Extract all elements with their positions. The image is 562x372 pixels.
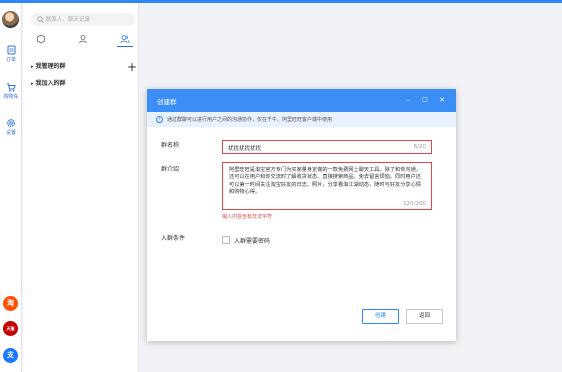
dialog-title: 创建群 bbox=[157, 98, 177, 106]
group-category-label: 我管理的群 bbox=[35, 63, 66, 70]
group-category-joined[interactable]: ▸ 我加入的群 bbox=[31, 78, 135, 90]
info-text: 通过群聊可以进行用户之间的沟通协作，仅在千牛、阿里旺旺客户端中使用 bbox=[167, 117, 333, 123]
join-condition-label: 入群条件 bbox=[161, 235, 186, 242]
group-name-value: 扰扰扰扰扰扰 bbox=[228, 146, 262, 152]
info-icon: i bbox=[156, 116, 163, 123]
back-button[interactable]: 返回 bbox=[406, 309, 443, 324]
rail-item-label: 购物车 bbox=[3, 94, 19, 100]
group-intro-field[interactable]: 阿里旺旺是淘宝官方专门为买家量身定做的一款免费网上聊天工具。除了和你沟通，还可以… bbox=[222, 162, 432, 210]
avatar[interactable] bbox=[2, 11, 19, 28]
panel-tabs bbox=[31, 33, 135, 49]
search-icon bbox=[37, 16, 44, 23]
group-intro-value: 阿里旺旺是淘宝官方专门为买家量身定做的一款免费网上聊天工具。除了和你沟通，还可以… bbox=[229, 167, 421, 195]
tab-groups[interactable] bbox=[117, 33, 133, 47]
close-icon[interactable]: ✕ bbox=[437, 94, 447, 106]
add-group-icon[interactable]: + bbox=[127, 61, 137, 73]
group-name-field[interactable]: 扰扰扰扰扰扰 6/20 bbox=[222, 140, 432, 154]
dialog-header: 创建群 – □ ✕ bbox=[147, 89, 456, 112]
contacts-panel: ▸我管理的群 + ▸我加入的群 bbox=[23, 3, 139, 372]
caret-right-icon: ▸ bbox=[31, 64, 34, 70]
maximize-icon[interactable]: □ bbox=[420, 94, 430, 106]
rail-item-settings[interactable]: 设置 bbox=[0, 118, 22, 136]
recent-chats-icon bbox=[37, 34, 45, 44]
rail-item-cart[interactable]: 购物车 bbox=[0, 82, 22, 100]
password-required-checkbox[interactable] bbox=[222, 236, 230, 244]
minimize-icon[interactable]: – bbox=[403, 94, 413, 106]
caret-right-icon: ▸ bbox=[31, 81, 34, 87]
gear-icon bbox=[7, 119, 15, 127]
contacts-icon bbox=[79, 35, 87, 44]
left-rail: 订单 购物车 设置 淘 天猫 支 bbox=[0, 3, 22, 372]
rail-item-orders[interactable]: 订单 bbox=[0, 45, 22, 63]
password-required-label[interactable]: 入群需要密码 bbox=[234, 236, 270, 245]
rail-item-label: 设置 bbox=[5, 130, 16, 136]
info-banner: i 通过群聊可以进行用户之间的沟通协作，仅在千牛、阿里旺旺客户端中使用 bbox=[147, 112, 456, 127]
group-category-managed[interactable]: ▸ 我管理的群 bbox=[31, 61, 135, 73]
taobao-icon[interactable]: 淘 bbox=[3, 296, 18, 311]
group-name-count: 6/20 bbox=[413, 144, 426, 150]
create-group-dialog: 创建群 – □ ✕ i 通过群聊可以进行用户之间的沟通协作，仅在千牛、阿里旺旺客… bbox=[147, 89, 456, 341]
cart-icon bbox=[7, 83, 16, 92]
group-intro-label: 群介绍 bbox=[161, 166, 180, 173]
search-input[interactable] bbox=[46, 14, 130, 25]
tab-contacts[interactable] bbox=[75, 33, 91, 47]
rail-item-label: 订单 bbox=[5, 57, 16, 63]
group-intro-count: 120/200 bbox=[403, 201, 426, 207]
tab-recent[interactable] bbox=[33, 33, 49, 47]
create-button[interactable]: 创建 bbox=[362, 309, 399, 324]
groups-icon bbox=[120, 35, 130, 44]
tmall-icon[interactable]: 天猫 bbox=[3, 321, 18, 336]
group-category-label: 我加入的群 bbox=[35, 80, 66, 87]
alipay-icon[interactable]: 支 bbox=[3, 348, 18, 363]
order-icon bbox=[7, 45, 15, 55]
validation-error: 输入内容含有非法字符 bbox=[222, 214, 273, 220]
search-box[interactable] bbox=[31, 13, 135, 26]
group-name-label: 群名称 bbox=[161, 142, 180, 149]
